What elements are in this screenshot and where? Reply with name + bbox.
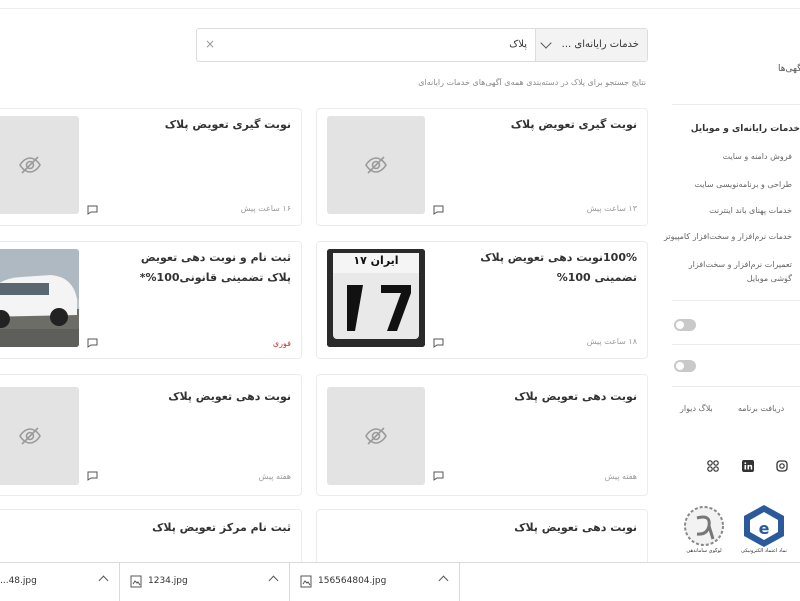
samandehi-badge[interactable]: لوگوی ساماندهی [680, 504, 728, 560]
chat-icon [87, 338, 98, 348]
listing-title: نوبت گیری تعویض پلاک [164, 118, 291, 131]
download-app-link[interactable]: دریافت برنامه [738, 404, 784, 413]
listing-title: نوبت دهی تعویض پلاک [514, 521, 637, 534]
sidebar-item[interactable]: خدمات نرم‌افزار و سخت‌افزار کامپیوتر [664, 232, 792, 241]
samandehi-badge-text: لوگوی ساماندهی [686, 548, 722, 554]
search-input[interactable]: پلاک [509, 39, 527, 50]
listing-time: ۱۳ ساعت پیش [586, 204, 637, 213]
sidebar-item[interactable]: خدمات پهنای باند اینترنت [709, 206, 792, 215]
filter-toggle[interactable] [674, 319, 696, 331]
listing-time: هفته پیش [258, 472, 291, 481]
listing-thumbnail [327, 116, 425, 214]
download-file-name: 156564804.jpg [318, 576, 387, 586]
linkedin-icon[interactable] [742, 460, 754, 472]
top-divider [0, 8, 800, 9]
samandehi-logo-icon [684, 506, 724, 546]
blog-link[interactable]: بلاگ دیوار [680, 404, 713, 413]
download-bar: ...48.jpg 1234.jpg 156564804.jpg [0, 562, 800, 601]
sidebar-item[interactable]: تعمیرات نرم‌افزار و سخت‌افزار گوشی موبای… [674, 258, 792, 286]
listing-thumbnail [0, 116, 79, 214]
enamad-logo-icon: e [744, 505, 784, 547]
filter-toggle[interactable] [674, 360, 696, 372]
listing-time: هفته پیش [604, 472, 637, 481]
sidebar-divider [672, 386, 800, 387]
listing-card[interactable]: نوبت گیری تعویض پلاک ۱۶ ساعت پیش [0, 108, 302, 226]
chat-icon [87, 205, 98, 215]
urgent-label: فوری [272, 339, 291, 348]
chat-icon [433, 338, 444, 348]
sidebar-ads-label: آگهی‌ها [778, 64, 800, 74]
toggle-knob [676, 362, 684, 370]
listing-time: ۱۶ ساعت پیش [240, 204, 291, 213]
listing-title: 100%نوبت دهی تعویض پلاک تضمینی 100% [480, 251, 637, 284]
download-item[interactable]: 1234.jpg [120, 563, 290, 601]
no-image-icon [365, 427, 387, 445]
listing-title: نوبت گیری تعویض پلاک [510, 118, 637, 131]
category-select[interactable]: خدمات رایانه‌ای ... [535, 29, 647, 61]
chevron-up-icon[interactable] [268, 575, 279, 586]
clear-icon[interactable]: × [205, 37, 215, 51]
listing-title: نوبت دهی تعویض پلاک [168, 390, 291, 403]
download-item[interactable]: ...48.jpg [0, 563, 120, 601]
chevron-down-icon [540, 37, 552, 49]
plate-text: ایران ۱۷ [353, 254, 399, 267]
chevron-up-icon[interactable] [438, 575, 449, 586]
car-picture [0, 249, 79, 347]
enamad-badge[interactable]: e نماد اعتماد الکترونیکی [740, 504, 788, 560]
sidebar-divider [672, 344, 800, 345]
sidebar-item[interactable]: فروش دامنه و سایت [723, 152, 792, 161]
sidebar-item[interactable]: طراحی و برنامه‌نویسی سایت [694, 180, 792, 189]
no-image-icon [19, 156, 41, 174]
instagram-icon[interactable] [776, 460, 788, 472]
listing-title: نوبت دهی تعویض پلاک [514, 390, 637, 403]
listing-thumbnail [0, 387, 79, 485]
results-note: نتایج جستجو برای پلاک در دسته‌بندی همه‌ی… [418, 78, 646, 87]
listing-thumbnail [327, 387, 425, 485]
svg-text:e: e [759, 519, 770, 538]
listing-card[interactable]: نوبت دهی تعویض پلاک هفته پیش [0, 374, 302, 496]
listing-card[interactable]: ثبت نام و نوبت دهی تعویض پلاک تضمینی قان… [0, 241, 302, 359]
listing-title: ثبت نام مرکز تعویض پلاک [152, 521, 291, 534]
car-image [0, 249, 79, 347]
sidebar-divider [672, 104, 800, 105]
no-image-icon [365, 156, 387, 174]
chevron-up-icon[interactable] [98, 575, 109, 586]
image-file-icon [300, 575, 312, 588]
download-item[interactable]: 156564804.jpg [290, 563, 460, 601]
enamad-badge-text: نماد اعتماد الکترونیکی [741, 548, 787, 554]
listing-title: ثبت نام و نوبت دهی تعویض پلاک تضمینی قان… [139, 251, 291, 284]
toggle-knob [676, 321, 684, 329]
license-plate-image: ایران ۱۷ [327, 249, 425, 347]
download-file-name: 1234.jpg [148, 576, 188, 586]
chat-icon [87, 471, 98, 481]
sidebar-category-title[interactable]: خدمات رایانه‌ای و موبایل [691, 124, 800, 134]
no-image-icon [19, 427, 41, 445]
chat-icon [433, 471, 444, 481]
chat-icon [433, 205, 444, 215]
aparat-icon[interactable] [707, 460, 719, 472]
listing-card[interactable]: نوبت دهی تعویض پلاک هفته پیش [316, 374, 648, 496]
download-file-name: ...48.jpg [0, 576, 37, 586]
category-select-label: خدمات رایانه‌ای ... [561, 39, 639, 50]
image-file-icon [130, 575, 142, 588]
listing-card[interactable]: نوبت گیری تعویض پلاک ۱۳ ساعت پیش [316, 108, 648, 226]
sidebar-divider [672, 300, 800, 301]
listing-card[interactable]: ایران ۱۷ 100%نوبت دهی تعویض پلاک تضمینی … [316, 241, 648, 359]
search-bar: خدمات رایانه‌ای ... پلاک × [196, 28, 648, 62]
listing-time: ۱۸ ساعت پیش [586, 337, 637, 346]
